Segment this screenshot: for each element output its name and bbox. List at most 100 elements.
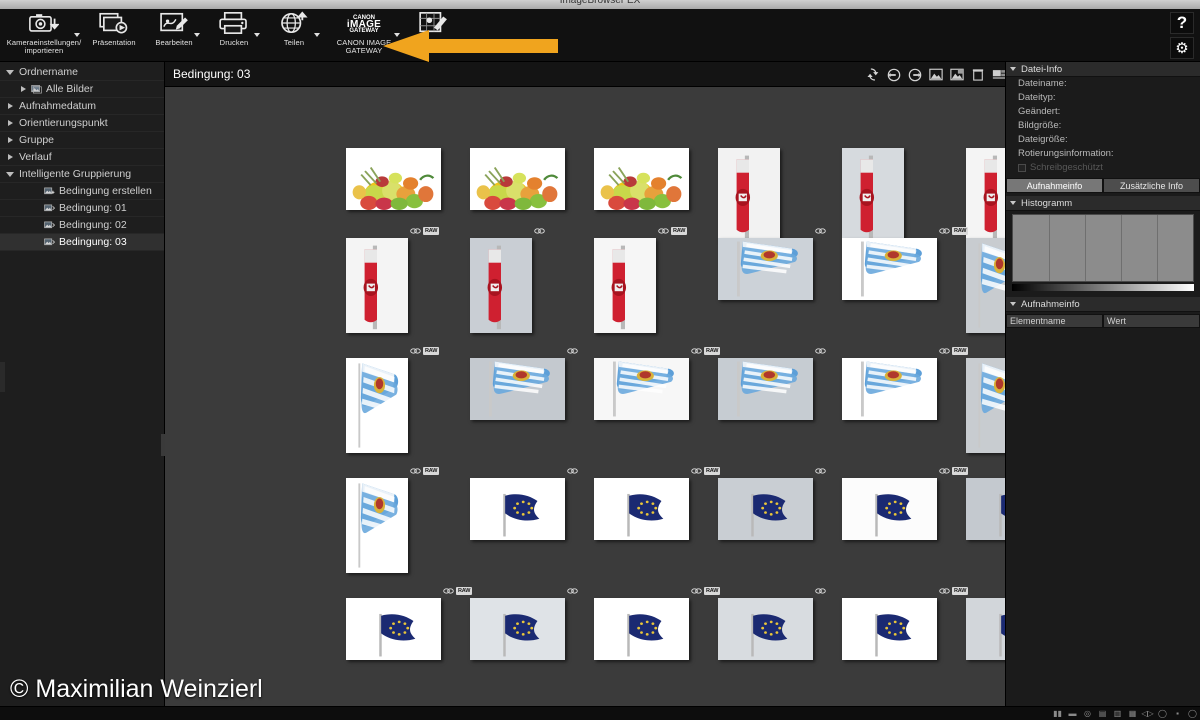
thumbnail-redflag[interactable] [594,238,656,333]
sidebar-resize-grip[interactable] [0,362,5,392]
sidebar-item-gruppe[interactable]: Gruppe [0,132,164,149]
sidebar-item-intelligente-gruppierung[interactable]: Intelligente Gruppierung [0,166,164,183]
thumbnail-badges [718,586,843,596]
shot-info-section-header[interactable]: Aufnahmeinfo [1006,297,1200,312]
chevron-down-icon[interactable] [314,33,320,37]
status-icon-10[interactable]: ◯ [1185,708,1200,719]
thumbnail-euflag[interactable] [718,478,813,540]
thumbnail-bavflag[interactable] [346,358,408,453]
thumbnail-bavflag[interactable] [842,238,937,300]
thumbnail-euflag[interactable] [594,598,689,660]
status-icon-3[interactable]: ◎ [1080,708,1095,719]
chevron-down-icon[interactable] [4,171,16,177]
status-icon-8[interactable]: ◯ [1155,708,1170,719]
status-icon-4[interactable]: ▤ [1095,708,1110,719]
sidebar-item-orientierungspunkt[interactable]: Orientierungspunkt [0,115,164,132]
chevron-right-icon[interactable] [17,86,29,92]
settings-button[interactable]: ⚙ [1170,37,1194,59]
chevron-down-icon[interactable] [394,33,400,37]
delete-icon[interactable] [969,66,986,83]
rotate-left-icon[interactable] [885,66,902,83]
thumbnail-redflag[interactable] [346,238,408,333]
sidebar-item-label: Orientierungspunkt [19,117,108,129]
ribbon-button-edit[interactable]: Bearbeiten [144,9,204,62]
ribbon-button-globe-share[interactable]: Teilen [264,9,324,62]
checkbox-icon[interactable] [1018,164,1026,172]
thumbnail-euflag[interactable] [470,478,565,540]
sidebar-item-aufnahmedatum[interactable]: Aufnahmedatum [0,98,164,115]
link-icon [443,582,454,600]
histogram-section-header[interactable]: Histogramm [1006,196,1200,211]
chevron-down-icon[interactable] [74,33,80,37]
thumbnail-euflag[interactable] [842,598,937,660]
thumbnail-euflag[interactable] [842,478,937,540]
thumbnail-fruit[interactable] [346,148,441,210]
thumbnail-fruit[interactable] [470,148,565,210]
readonly-row[interactable]: Schreibgeschützt [1006,161,1200,175]
thumbnail-redflag[interactable] [470,238,532,333]
tab-aufnahmeinfo[interactable]: Aufnahmeinfo [1006,178,1103,193]
rotate-right-icon[interactable] [906,66,923,83]
thumbnail-badges [718,226,843,236]
histogram-gradient-bar [1012,284,1194,291]
refresh-icon[interactable] [864,66,881,83]
sidebar-item-label: Bedingung: 03 [59,236,127,248]
file-info-section-header[interactable]: Datei-Info [1006,62,1200,77]
sidebar-item-verlauf[interactable]: Verlauf [0,149,164,166]
column-header-value: Wert [1103,314,1200,328]
status-icon-2[interactable]: ▬ [1065,708,1080,719]
chevron-right-icon[interactable] [4,103,16,109]
raw-badge: RAW [671,227,688,235]
ribbon-toolbar: Kameraeinstellungen/ importieren Präsenta… [0,9,1200,62]
status-icon-7[interactable]: ◁▷ [1140,708,1155,719]
link-icon [815,222,826,240]
sidebar-item-ordnername[interactable]: Ordnername [0,64,164,81]
raw-badge: RAW [423,467,440,475]
ribbon-button-map[interactable]: Karte [404,9,464,62]
ribbon-button-printer[interactable]: Drucken [204,9,264,62]
thumbnail-bavflag[interactable] [718,238,813,300]
thumbnail-bavflag[interactable] [842,358,937,420]
thumbnail-bavflag[interactable] [470,358,565,420]
thumbnail-bavflag[interactable] [346,478,408,573]
info-panel-tabs[interactable]: Aufnahmeinfo Zusätzliche Info [1006,178,1200,193]
ribbon-button-camera-import[interactable]: Kameraeinstellungen/ importieren [4,9,84,62]
ribbon-button-slideshow[interactable]: Präsentation [84,9,144,62]
thumbnail-euflag[interactable] [594,478,689,540]
ribbon-button-label: Drucken [219,38,249,47]
thumbnail-fruit[interactable] [594,148,689,210]
thumbnail-euflag[interactable] [346,598,441,660]
chevron-right-icon[interactable] [4,154,16,160]
help-button[interactable]: ? [1170,12,1194,34]
edit-icon [159,11,189,40]
chevron-down-icon[interactable] [4,69,16,75]
info-panel: Datei-Info Dateiname: Dateityp: Geändert: B… [1005,62,1200,710]
link-icon [815,342,826,360]
thumbnail-euflag[interactable] [718,598,813,660]
tab-zus-tzliche-info[interactable]: Zusätzliche Info [1103,178,1200,193]
thumbnail-badges: RAW [842,226,969,236]
globe-share-icon [280,10,308,40]
ribbon-button-canon-image-gateway[interactable]: CANON iMAGE GATEWAY CANON IMAGE GATEWAY [324,9,404,62]
file-info-field: Dateigröße: [1018,134,1068,145]
image-tag-icon[interactable] [927,66,944,83]
chevron-right-icon[interactable] [4,120,16,126]
status-icon-6[interactable]: ▦ [1125,708,1140,719]
readonly-label: Schreibgeschützt [1030,162,1103,173]
sidebar-item-alle-bilder[interactable]: Alle Bilder [0,81,164,98]
sidebar-item-bedingung-03[interactable]: Bedingung: 03 [0,234,164,251]
status-icon-9[interactable]: ▪ [1170,708,1185,719]
thumbnail-bavflag[interactable] [718,358,813,420]
chevron-down-icon[interactable] [254,33,260,37]
sidebar-item-bedingung-01[interactable]: Bedingung: 01 [0,200,164,217]
chevron-right-icon[interactable] [4,137,16,143]
image-compare-icon[interactable] [948,66,965,83]
thumbnail-bavflag[interactable] [594,358,689,420]
status-icon-5[interactable]: ▥ [1110,708,1125,719]
thumbnail-euflag[interactable] [470,598,565,660]
sidebar-item-bedingung-erstellen[interactable]: Bedingung erstellen [0,183,164,200]
chevron-down-icon[interactable] [194,33,200,37]
status-icon-1[interactable]: ▮▮ [1050,708,1065,719]
chevron-down-icon [1010,302,1016,306]
sidebar-item-bedingung-02[interactable]: Bedingung: 02 [0,217,164,234]
